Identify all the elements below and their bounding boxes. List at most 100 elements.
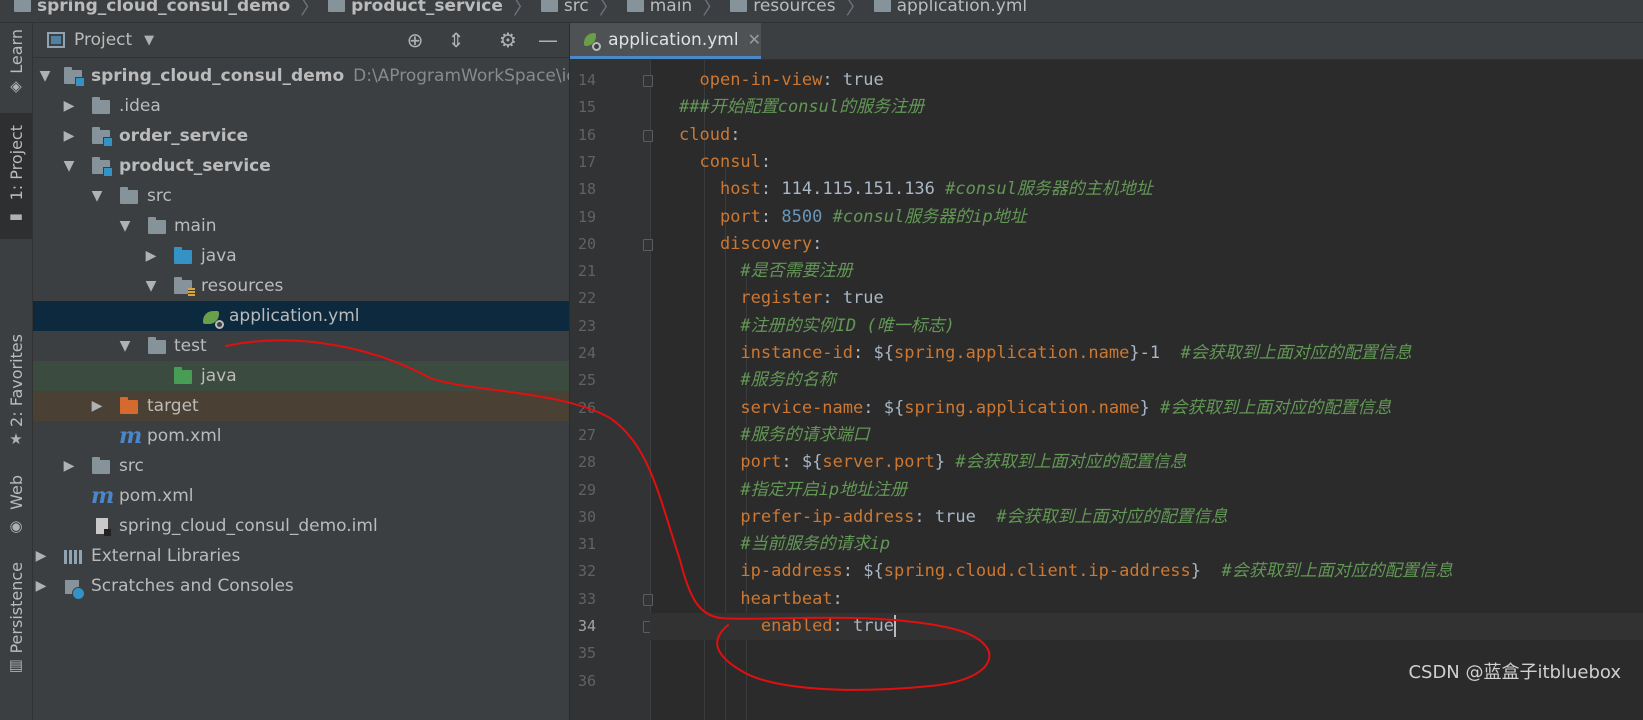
code-line[interactable]: #服务的请求端口	[650, 422, 1643, 449]
collapsed-arrow-icon[interactable]: ▶	[62, 458, 76, 474]
tool-tab-learn[interactable]: Learn ◈	[0, 23, 32, 103]
collapsed-arrow-icon[interactable]: ▶	[62, 128, 76, 144]
tree-item-src[interactable]: ▼ src	[33, 181, 569, 211]
editor: application.yml ✕ 14 15 16 17 18 19 20 21 22 23 24…	[570, 23, 1643, 720]
code-area[interactable]: open-in-view: true ###开始配置consul的服务注册 clou…	[650, 60, 1643, 720]
breadcrumb-label: product_service	[351, 0, 503, 16]
expanded-arrow-icon[interactable]: ▼	[144, 278, 158, 294]
source-folder-icon	[174, 247, 192, 264]
code-line[interactable]: instance-id: ${spring.application.name}-…	[650, 340, 1643, 367]
close-icon[interactable]: ✕	[748, 30, 761, 49]
collapsed-arrow-icon[interactable]: ▶	[34, 548, 48, 564]
code-token: register	[740, 288, 823, 309]
tree-item-order-service[interactable]: ▶ order_service	[33, 121, 569, 151]
spring-config-icon	[203, 311, 224, 329]
tool-tab-persistence[interactable]: Persistence ▤	[0, 558, 32, 683]
code-token: 8500	[781, 206, 823, 227]
editor-tab-bar: application.yml ✕	[570, 23, 1643, 60]
code-line[interactable]: enabled: true	[650, 613, 1643, 640]
expanded-arrow-icon[interactable]: ▼	[118, 338, 132, 354]
tree-item-target[interactable]: ▶ target	[33, 391, 569, 421]
code-line[interactable]: prefer-ip-address: true #会获取到上面对应的配置信息	[650, 504, 1643, 531]
tree-item-label: main	[174, 216, 217, 236]
tree-item-test[interactable]: ▼ test	[33, 331, 569, 361]
project-icon	[47, 32, 65, 48]
collapsed-arrow-icon[interactable]: ▶	[144, 248, 158, 264]
code-line[interactable]: #当前服务的请求ip	[650, 531, 1643, 558]
tool-tab-project[interactable]: 1: Project ▬	[0, 113, 32, 239]
expanded-arrow-icon[interactable]: ▼	[118, 218, 132, 234]
line-number: 25	[577, 371, 596, 390]
code-line[interactable]: #指定开启ip地址注册	[650, 477, 1643, 504]
collapsed-arrow-icon[interactable]: ▶	[62, 98, 76, 114]
code-token: service-name	[740, 397, 864, 418]
collapsed-arrow-icon[interactable]: ▶	[90, 398, 104, 414]
collapse-all-icon[interactable]: ⇕	[445, 29, 467, 51]
tree-item-java-test[interactable]: java	[33, 361, 569, 391]
breadcrumb-label: spring_cloud_consul_demo	[37, 0, 291, 16]
tab-application-yml[interactable]: application.yml ✕	[570, 23, 761, 59]
breadcrumb-item[interactable]: resources	[730, 0, 836, 16]
code-token: : 114.115.151.136	[760, 179, 946, 200]
code-line[interactable]: consul:	[650, 149, 1643, 176]
code-line[interactable]: open-in-view: true	[650, 67, 1643, 94]
code-line[interactable]: port: ${server.port} #会获取到上面对应的配置信息	[650, 449, 1643, 476]
tree-item-label: pom.xml	[119, 486, 194, 506]
expanded-arrow-icon[interactable]: ▼	[38, 68, 52, 84]
breadcrumb-item[interactable]: product_service	[328, 0, 503, 16]
project-view-selector[interactable]: Project ▼	[47, 30, 154, 50]
code-line[interactable]: #是否需要注册	[650, 258, 1643, 285]
code-line[interactable]: ###开始配置consul的服务注册	[650, 94, 1643, 121]
tree-item-main[interactable]: ▼ main	[33, 211, 569, 241]
star-icon: ★	[9, 430, 23, 448]
tree-item-idea[interactable]: ▶ .idea	[33, 91, 569, 121]
tree-item-pom-xml-product[interactable]: m pom.xml	[33, 421, 569, 451]
code-line[interactable]: #注册的实例ID (唯一标志)	[650, 313, 1643, 340]
tool-tab-favorites[interactable]: 2: Favorites ★	[0, 328, 32, 458]
folder-icon	[92, 97, 110, 114]
breadcrumb-item[interactable]: application.yml	[873, 0, 1027, 16]
code-line[interactable]: ip-address: ${spring.cloud.client.ip-add…	[650, 558, 1643, 585]
breadcrumb-item[interactable]: main	[626, 0, 692, 16]
line-number: 23	[577, 316, 596, 335]
code-line[interactable]: port: 8500 #consul服务器的ip地址	[650, 204, 1643, 231]
collapsed-arrow-icon[interactable]: ▶	[34, 578, 48, 594]
tree-item-external-libraries[interactable]: ▶ External Libraries	[33, 541, 569, 571]
tree-item-label: pom.xml	[147, 426, 222, 446]
gear-icon[interactable]: ⚙	[497, 29, 519, 51]
code-line[interactable]: #服务的名称	[650, 367, 1643, 394]
code-line[interactable]: cloud:	[650, 122, 1643, 149]
locate-file-icon[interactable]: ⊕	[404, 29, 426, 51]
tree-item-scratches[interactable]: ▶ Scratches and Consoles	[33, 571, 569, 601]
tree-item-product-service[interactable]: ▼ product_service	[33, 151, 569, 181]
tree-item-resources[interactable]: ▼ resources	[33, 271, 569, 301]
tree-item-java-source[interactable]: ▶ java	[33, 241, 569, 271]
expanded-arrow-icon[interactable]: ▼	[62, 158, 76, 174]
code-line[interactable]: heartbeat:	[650, 586, 1643, 613]
project-panel-header: Project ▼ ⊕ ⇕ ⚙ —	[33, 23, 569, 58]
tree-item-pom-xml-root[interactable]: m pom.xml	[33, 481, 569, 511]
code-line[interactable]: discovery:	[650, 231, 1643, 258]
tool-tab-web[interactable]: Web ◉	[0, 471, 32, 541]
tree-item-src-root[interactable]: ▶ src	[33, 451, 569, 481]
breadcrumb-separator: 〉	[512, 0, 533, 19]
code-line[interactable]: register: true	[650, 285, 1643, 312]
code-line[interactable]: host: 114.115.151.136 #consul服务器的主机地址	[650, 176, 1643, 203]
folder-icon	[328, 0, 346, 12]
hide-panel-icon[interactable]: —	[537, 29, 559, 51]
breadcrumb-item[interactable]: spring_cloud_consul_demo	[14, 0, 290, 16]
watermark: CSDN @蓝盒子itbluebox	[1408, 662, 1621, 683]
expanded-arrow-icon[interactable]: ▼	[90, 188, 104, 204]
tree-item-application-yml[interactable]: application.yml	[33, 301, 569, 331]
tree-item-iml[interactable]: spring_cloud_consul_demo.iml	[33, 511, 569, 541]
tree-item-root-project[interactable]: ▼ spring_cloud_consul_demo D:\AProgramWor…	[33, 61, 569, 91]
line-number: 31	[577, 535, 596, 554]
code-token: #会获取到上面对应的配置信息	[1221, 561, 1453, 582]
code-line[interactable]: service-name: ${spring.application.name}…	[650, 395, 1643, 422]
breadcrumb-item[interactable]: src	[540, 0, 589, 16]
